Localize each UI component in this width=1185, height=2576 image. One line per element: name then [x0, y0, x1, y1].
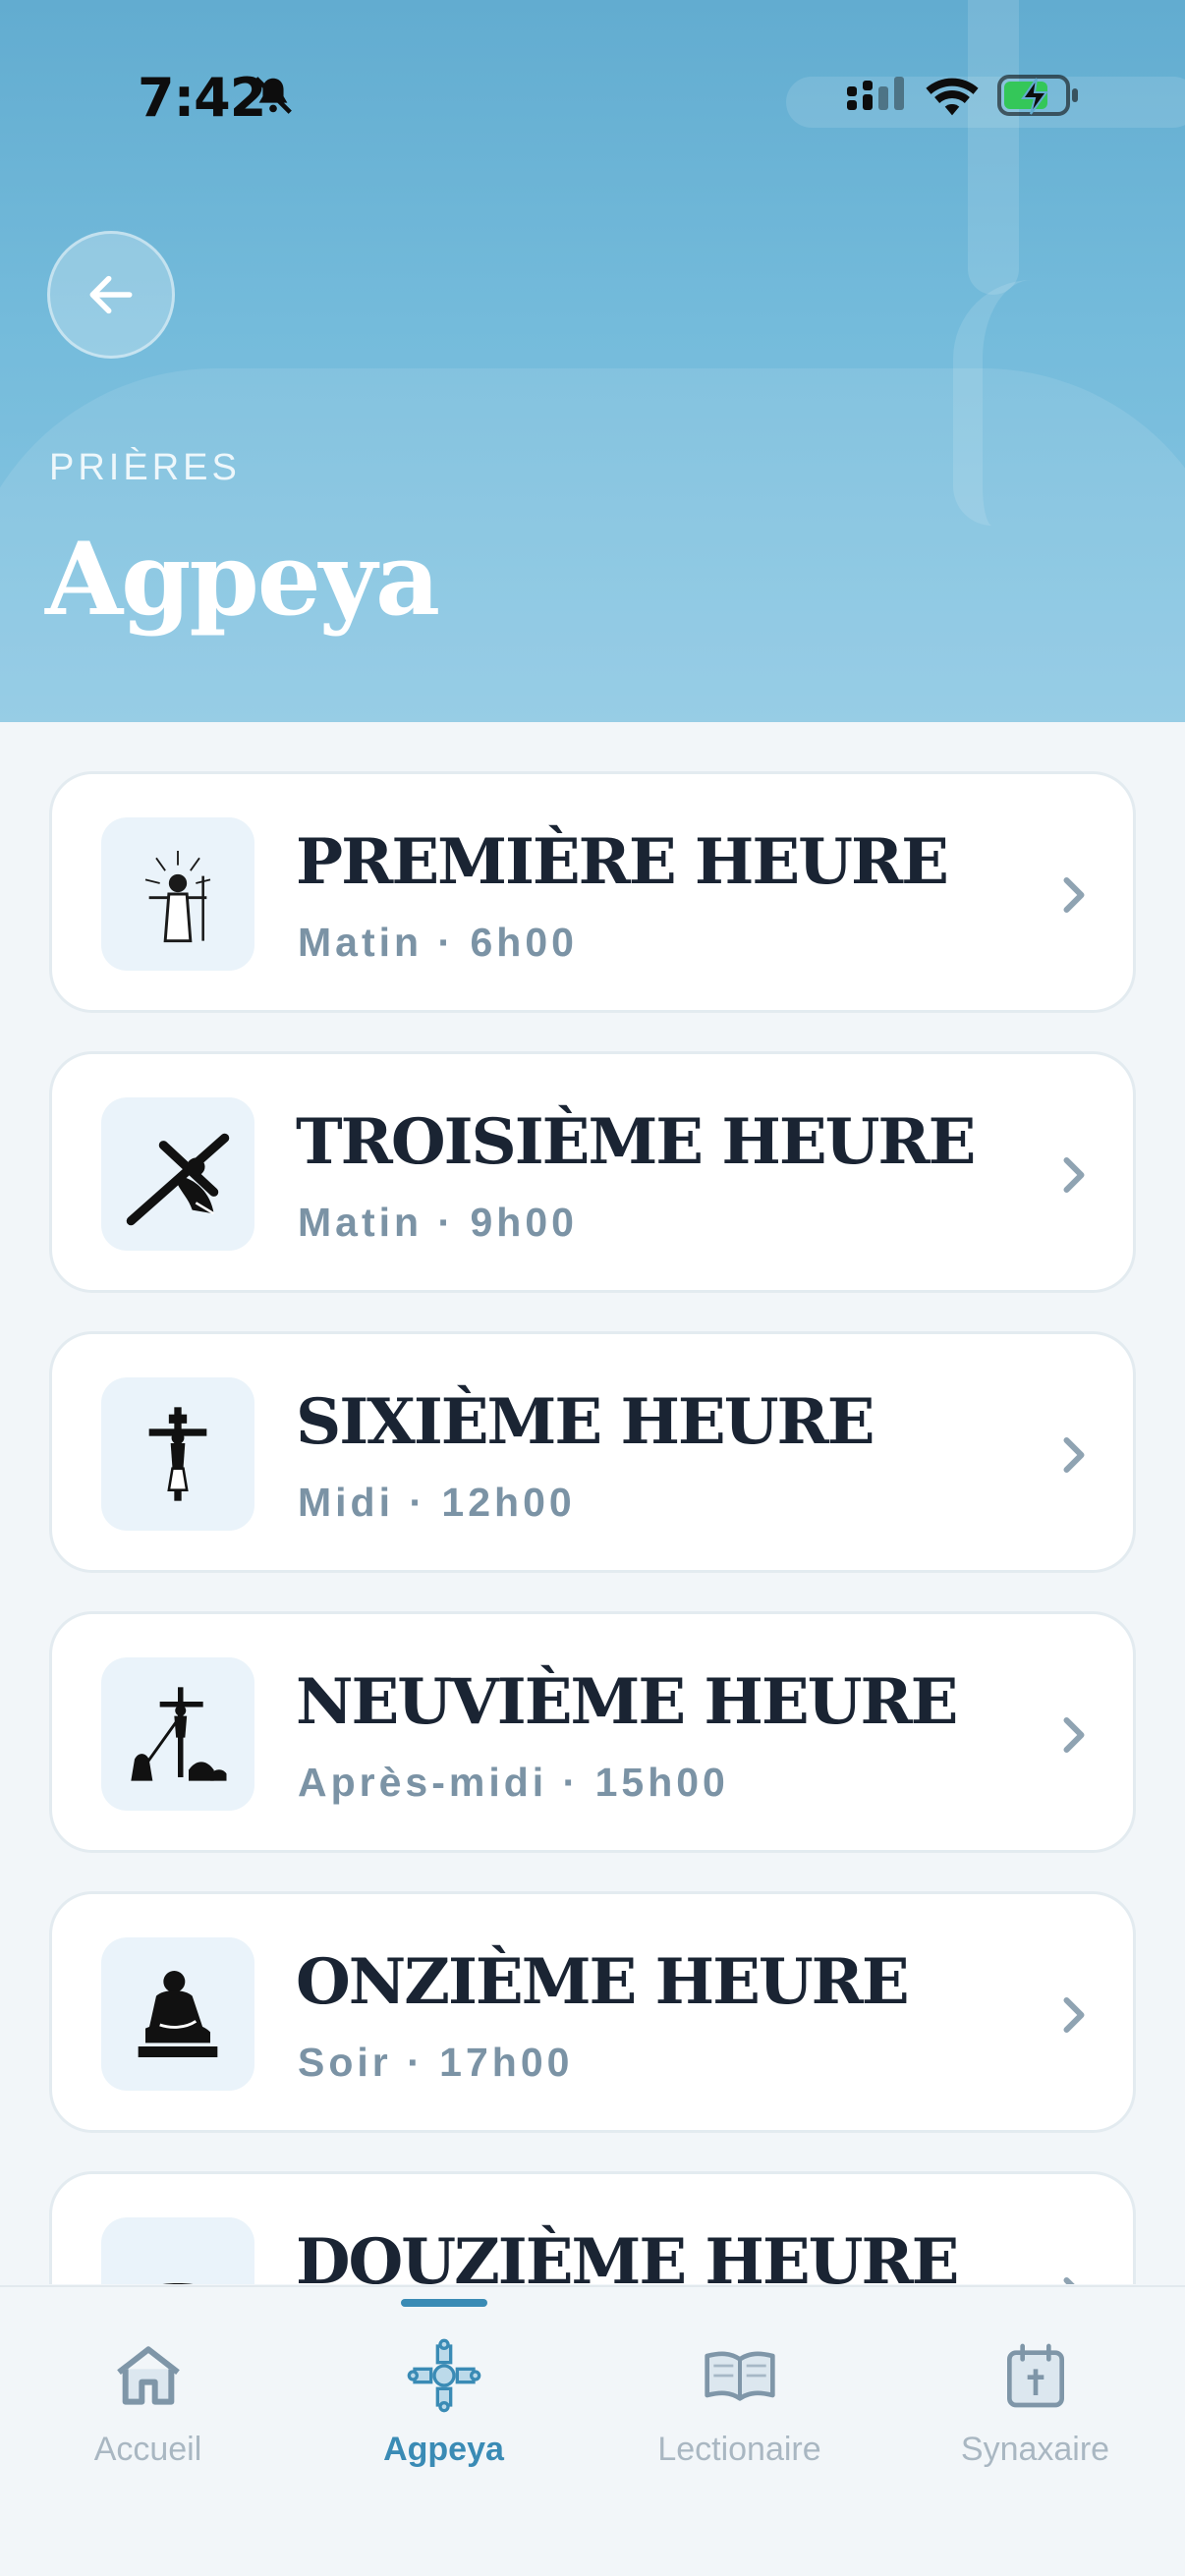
hour-name: SIXIÈME HEURE [296, 1385, 875, 1459]
section-eyebrow: PRIÈRES [49, 447, 241, 488]
hour-subtitle: Matin · 6h00 [298, 920, 578, 965]
crucifix-icon [148, 1407, 207, 1501]
hour-card-onzieme[interactable]: ONZIÈME HEURE Soir · 17h00 [49, 1891, 1136, 2133]
tab-synaxaire[interactable]: Synaxaire [887, 2287, 1183, 2503]
hour-subtitle: Midi · 12h00 [298, 1480, 576, 1525]
chevron-right-icon [1063, 2277, 1075, 2284]
hour-card-troisieme[interactable]: TROISIÈME HEURE Matin · 9h00 [49, 1051, 1136, 1293]
hour-card-premiere[interactable]: PREMIÈRE HEURE Matin · 6h00 [49, 771, 1136, 1013]
hour-card-sixieme[interactable]: SIXIÈME HEURE Midi · 12h00 [49, 1331, 1136, 1573]
cross-decoration [968, 0, 1019, 295]
tab-label: Synaxaire [960, 2431, 1110, 2468]
hour-icon-box [101, 1657, 254, 1811]
hour-name: DOUZIÈME HEURE [296, 2225, 959, 2284]
tab-label: Lectionaire [657, 2431, 821, 2468]
silent-bell-icon [254, 77, 292, 114]
resurrection-icon [144, 851, 211, 943]
hook-decoration [953, 280, 1032, 526]
hour-icon-box [101, 1377, 254, 1531]
tab-agpeya[interactable]: Agpeya [296, 2287, 592, 2503]
hour-subtitle: Matin · 9h00 [298, 1200, 578, 1245]
hour-subtitle: Soir · 17h00 [298, 2040, 574, 2085]
cellular-signal-icon [847, 77, 904, 110]
home-icon [116, 2346, 180, 2405]
hour-icon-box [101, 1097, 254, 1251]
tab-label: Accueil [93, 2431, 202, 2468]
battery-charging-icon [997, 75, 1078, 116]
bottom-tab-bar: Accueil Agpeya Lectionaire Synaxaire [0, 2285, 1185, 2576]
tab-accueil[interactable]: Accueil [0, 2287, 296, 2503]
page-title: Agpeya [45, 521, 440, 639]
crucifixion-scene-icon [131, 1687, 227, 1781]
hour-card-neuvieme[interactable]: NEUVIÈME HEURE Après-midi · 15h00 [49, 1611, 1136, 1853]
hour-icon-box [101, 817, 254, 971]
hour-name: ONZIÈME HEURE [296, 1945, 910, 2019]
status-time: 7:42 [138, 67, 266, 129]
open-book-icon [704, 2351, 775, 2401]
tab-lectionaire[interactable]: Lectionaire [592, 2287, 887, 2503]
hours-list: PREMIÈRE HEURE Matin · 6h00 TROISIÈME HE… [49, 771, 1136, 2284]
arrow-left-icon [89, 275, 133, 314]
hour-name: PREMIÈRE HEURE [296, 825, 949, 899]
hour-icon-box [101, 2217, 254, 2284]
coptic-cross-icon [407, 2338, 480, 2413]
hour-subtitle: Après-midi · 15h00 [298, 1760, 729, 1805]
chevron-right-icon [1063, 1997, 1085, 2033]
chevron-right-icon [1063, 877, 1085, 913]
pieta-icon [138, 1971, 218, 2057]
cross-bearing-icon [126, 1133, 230, 1226]
hour-card-douzieme[interactable]: DOUZIÈME HEURE [49, 2171, 1136, 2284]
tab-label: Agpeya [383, 2431, 504, 2468]
hour-icon-box [101, 1937, 254, 2091]
hour-name: NEUVIÈME HEURE [296, 1665, 958, 1739]
active-tab-indicator [401, 2299, 487, 2307]
wifi-icon [926, 78, 979, 116]
back-button[interactable] [47, 231, 175, 359]
burial-icon [163, 2283, 193, 2284]
cross-decoration-bar [786, 77, 1185, 128]
chevron-right-icon [1063, 1437, 1085, 1473]
header: 7:42 PRIÈRES Agpeya [0, 0, 1185, 722]
chevron-right-icon [1063, 1157, 1085, 1193]
calendar-icon [1006, 2343, 1064, 2408]
hour-name: TROISIÈME HEURE [296, 1105, 976, 1179]
chevron-right-icon [1063, 1717, 1085, 1753]
